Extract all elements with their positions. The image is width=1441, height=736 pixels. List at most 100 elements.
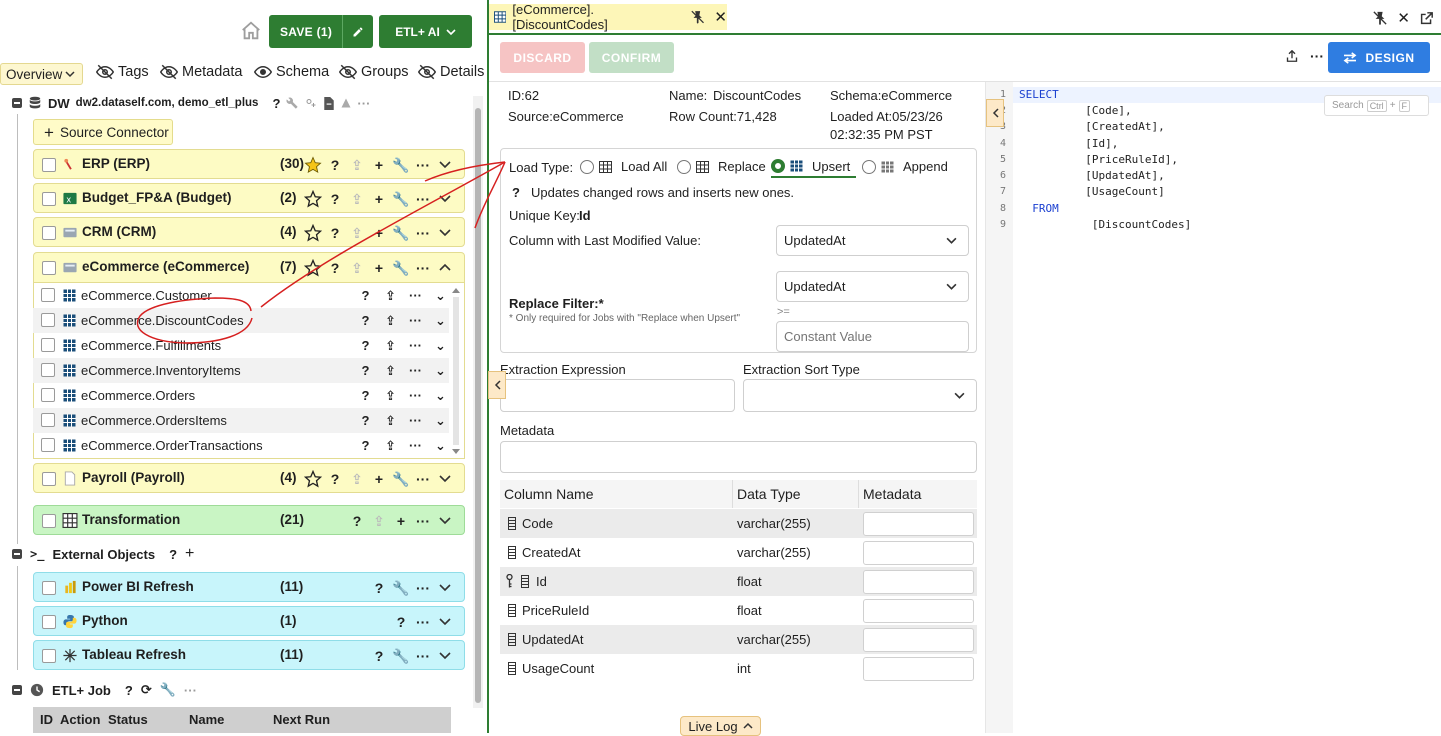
wrench-icon[interactable]: 🔧 — [390, 260, 412, 277]
radio-selected[interactable] — [771, 159, 785, 173]
editor-search-hint[interactable]: Search Ctrl + F — [1324, 95, 1429, 116]
chevron-down-icon[interactable]: ⌄ — [428, 438, 453, 454]
upload-icon[interactable]: ⇪ — [368, 513, 390, 530]
question-icon[interactable]: ? — [353, 338, 378, 353]
ellipsis-icon[interactable]: ··· — [412, 260, 434, 276]
question-icon[interactable]: ? — [324, 471, 346, 487]
chevron-down-icon[interactable]: ⌄ — [428, 388, 453, 404]
metadata-cell-input[interactable] — [863, 570, 974, 594]
wrench-icon[interactable]: 🔧 — [390, 471, 412, 488]
row-checkbox[interactable] — [41, 363, 55, 377]
question-icon[interactable]: ? — [346, 513, 368, 529]
table-row[interactable]: eCommerce.InventoryItems ? ⇪ ··· ⌄ — [33, 358, 449, 383]
plus-icon[interactable]: + — [368, 157, 390, 173]
row-checkbox[interactable] — [41, 288, 55, 302]
ellipsis-icon[interactable]: ··· — [412, 225, 434, 241]
chevron-down-icon[interactable]: ⌄ — [428, 313, 453, 329]
sql-editor[interactable]: 1 2 3 4 5 6 7 8 9 SELECT [Code], [Create… — [985, 82, 1441, 733]
table-row[interactable]: eCommerce.Customer ? ⇪ ··· ⌄ — [33, 283, 449, 308]
collapse-left-button[interactable] — [488, 371, 506, 399]
extraction-sort-select[interactable] — [743, 379, 977, 412]
confirm-button[interactable]: CONFIRM — [589, 42, 674, 73]
table-row[interactable]: eCommerce.DiscountCodes ? ⇪ ··· ⌄ — [33, 308, 449, 333]
group-checkbox[interactable] — [42, 472, 56, 486]
metadata-input[interactable] — [500, 441, 977, 473]
wrench-icon[interactable] — [286, 97, 298, 109]
star-icon[interactable] — [302, 259, 324, 277]
upload-icon[interactable]: ⇪ — [378, 288, 403, 304]
load-option-load-all[interactable]: Load All — [580, 159, 667, 174]
last-modified-select[interactable]: UpdatedAt — [776, 225, 969, 256]
wrench-icon[interactable]: 🔧 — [390, 648, 412, 665]
upload-icon[interactable]: ⇪ — [346, 225, 368, 242]
group-checkbox[interactable] — [42, 226, 56, 240]
group-checkbox[interactable] — [42, 158, 56, 172]
table-row[interactable]: eCommerce.Orders ? ⇪ ··· ⌄ — [33, 383, 449, 408]
upload-icon[interactable]: ⇪ — [378, 313, 403, 329]
plus-icon[interactable]: + — [390, 513, 412, 529]
star-icon[interactable] — [302, 190, 324, 208]
grid-row[interactable]: UsageCount int — [500, 654, 977, 683]
ext-row-python[interactable]: Python (1) ? ··· — [33, 606, 465, 636]
chevron-down-icon[interactable]: ⌄ — [428, 338, 453, 354]
question-icon[interactable]: ? — [368, 580, 390, 596]
share-icon[interactable] — [1286, 50, 1298, 62]
grid-row[interactable]: Code varchar(255) — [500, 509, 977, 538]
plus-icon[interactable]: + — [185, 545, 194, 563]
upload-icon[interactable]: ⇪ — [346, 471, 368, 488]
row-checkbox[interactable] — [41, 438, 55, 452]
question-icon[interactable]: ? — [353, 313, 378, 328]
chevron-down-icon[interactable]: ⌄ — [428, 288, 453, 304]
question-icon[interactable]: ? — [512, 185, 520, 200]
upload-icon[interactable]: ⇪ — [346, 191, 368, 208]
chevron-down-icon[interactable] — [434, 473, 456, 485]
question-icon[interactable]: ? — [353, 438, 378, 453]
ellipsis-icon[interactable]: ··· — [412, 157, 434, 173]
radio[interactable] — [862, 159, 876, 174]
ext-row-powerbi[interactable]: Power BI Refresh (11) ? 🔧 ··· — [33, 572, 465, 602]
table-row[interactable]: eCommerce.Fulfillments ? ⇪ ··· ⌄ — [33, 333, 449, 358]
upload-icon[interactable]: ⇪ — [378, 413, 403, 429]
grid-col-header[interactable]: Column Name — [504, 486, 593, 502]
collapse-editor-button[interactable] — [986, 99, 1004, 127]
metadata-cell-input[interactable] — [863, 541, 974, 565]
upload-icon[interactable]: ⇪ — [346, 260, 368, 277]
star-icon[interactable] — [302, 470, 324, 488]
ellipsis-icon[interactable]: ··· — [412, 191, 434, 207]
nav-tags[interactable]: Tags — [96, 64, 149, 80]
settings-sync-icon[interactable] — [304, 97, 317, 109]
item-checkbox[interactable] — [42, 615, 56, 629]
tab-discountcodes[interactable]: [eCommerce].[DiscountCodes] ✕ — [489, 2, 727, 32]
nav-schema[interactable]: Schema — [254, 64, 329, 80]
nav-metadata[interactable]: Metadata — [160, 64, 242, 80]
ellipsis-icon[interactable]: ··· — [403, 363, 428, 378]
tree-scrollbar-thumb[interactable] — [475, 108, 481, 703]
group-row-payroll[interactable]: Payroll (Payroll) (4) ? ⇪ + 🔧 ··· — [33, 463, 465, 493]
live-log-button[interactable]: Live Log — [680, 716, 761, 736]
wrench-icon[interactable]: 🔧 — [390, 225, 412, 242]
question-icon[interactable]: ? — [324, 225, 346, 241]
question-icon[interactable]: ? — [353, 388, 378, 403]
replace-filter-select[interactable]: UpdatedAt — [776, 271, 969, 302]
upload-icon[interactable]: ⇪ — [346, 157, 368, 174]
group-checkbox[interactable] — [42, 261, 56, 275]
load-option-append[interactable]: Append — [862, 159, 948, 174]
ellipsis-icon[interactable]: ··· — [403, 413, 428, 428]
alert-icon[interactable] — [341, 98, 351, 108]
panel-divider[interactable] — [487, 0, 489, 733]
ellipsis-icon[interactable]: ··· — [357, 96, 370, 111]
question-icon[interactable]: ? — [324, 191, 346, 207]
star-icon[interactable] — [302, 224, 324, 242]
chevron-down-icon[interactable] — [434, 159, 456, 171]
ellipsis-icon[interactable]: ··· — [412, 580, 434, 596]
metadata-cell-input[interactable] — [863, 599, 974, 623]
group-row-ecommerce[interactable]: eCommerce (eCommerce) (7) ? ⇪ + 🔧 ··· — [33, 252, 465, 283]
etl-job-row[interactable]: ETL+ Job ? ⟳ 🔧 ··· — [12, 682, 197, 698]
pin-off-icon[interactable] — [691, 10, 705, 24]
upload-icon[interactable]: ⇪ — [378, 438, 403, 454]
ellipsis-icon[interactable]: ··· — [403, 288, 428, 303]
external-link-icon[interactable] — [1420, 11, 1433, 25]
nav-groups[interactable]: Groups — [339, 64, 409, 80]
chevron-down-icon[interactable] — [434, 650, 456, 662]
radio[interactable] — [580, 159, 594, 174]
